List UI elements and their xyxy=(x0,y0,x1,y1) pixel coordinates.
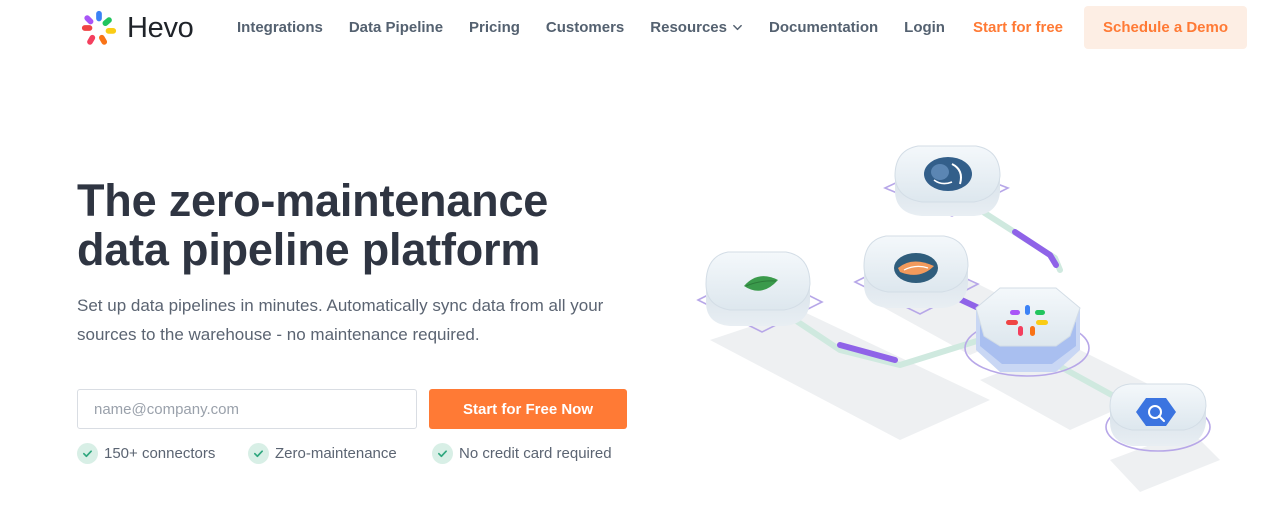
email-input[interactable] xyxy=(77,389,417,429)
feature-item: 150+ connectors xyxy=(77,443,215,464)
headline-line-2: data pipeline platform xyxy=(77,224,541,275)
feature-item: No credit card required xyxy=(432,443,612,464)
check-icon xyxy=(77,443,98,464)
hero-subtitle: Set up data pipelines in minutes. Automa… xyxy=(77,291,637,349)
feature-label: Zero-maintenance xyxy=(275,445,397,462)
nav-customers[interactable]: Customers xyxy=(546,19,624,36)
hevo-logo[interactable]: Hevo xyxy=(80,8,194,48)
main-nav: Integrations Data Pipeline Pricing Custo… xyxy=(237,19,971,36)
nav-data-pipeline[interactable]: Data Pipeline xyxy=(349,19,443,36)
headline-line-1: The zero-maintenance xyxy=(77,175,549,226)
hevo-logo-icon xyxy=(81,10,117,45)
pipeline-illustration xyxy=(696,145,1220,492)
feature-label: 150+ connectors xyxy=(104,445,216,462)
subtitle-line-1: Set up data pipelines in minutes. Automa… xyxy=(77,296,604,315)
nav-integrations[interactable]: Integrations xyxy=(237,19,323,36)
nav-pricing[interactable]: Pricing xyxy=(469,19,520,36)
bigquery-node xyxy=(1105,383,1211,452)
start-free-now-button[interactable]: Start for Free Now xyxy=(429,389,627,429)
feature-label: No credit card required xyxy=(459,445,612,462)
nav-documentation[interactable]: Documentation xyxy=(769,19,878,36)
subtitle-line-2: sources to the warehouse - no maintenanc… xyxy=(77,325,480,344)
nav-login[interactable]: Login xyxy=(904,19,945,36)
feature-item: Zero-maintenance xyxy=(248,443,397,464)
nav-resources[interactable]: Resources xyxy=(650,19,743,36)
schedule-demo-button[interactable]: Schedule a Demo xyxy=(1084,6,1247,49)
check-icon xyxy=(432,443,453,464)
site-header: Hevo Integrations Data Pipeline Pricing … xyxy=(0,0,1269,58)
hero-headline: The zero-maintenance data pipeline platf… xyxy=(77,176,637,274)
start-for-free-link[interactable]: Start for free xyxy=(973,19,1063,36)
brand-name: Hevo xyxy=(127,11,194,44)
mysql-icon xyxy=(894,253,938,283)
nav-resources-label: Resources xyxy=(650,19,727,36)
check-icon xyxy=(248,443,269,464)
chevron-down-icon xyxy=(733,24,742,31)
postgresql-icon xyxy=(924,157,972,191)
postgresql-node xyxy=(883,145,1010,217)
